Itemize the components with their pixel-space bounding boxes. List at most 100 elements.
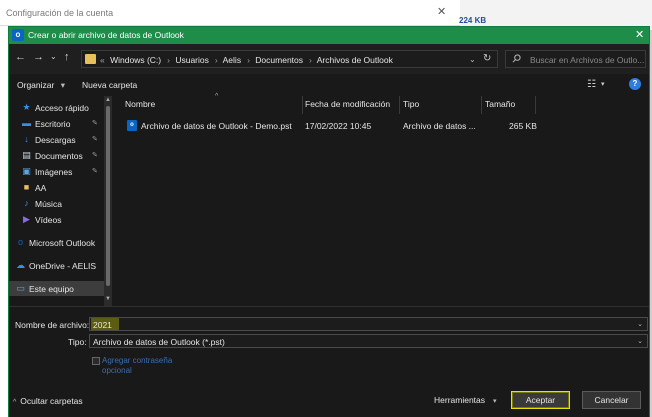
column-divider[interactable] <box>399 96 400 114</box>
dialog-close-icon[interactable]: ✕ <box>635 28 644 41</box>
password-checkbox[interactable] <box>92 357 100 365</box>
sidebar-item-aa[interactable]: ■ AA <box>9 180 104 195</box>
background-left-strip <box>0 26 8 417</box>
navigation-pane-scrollbar[interactable]: ▲ ▼ <box>104 96 112 306</box>
file-type-dropdown-icon[interactable]: ⌄ <box>637 337 643 345</box>
breadcrumb-separator: › <box>247 55 250 65</box>
accept-button[interactable]: Aceptar <box>511 391 570 409</box>
filename-input[interactable]: 2021 ⌄ <box>89 317 648 331</box>
breadcrumb-archivos-de-outlook[interactable]: Archivos de Outlook <box>317 55 393 65</box>
sidebar-item-label: Acceso rápido <box>35 103 89 113</box>
file-type-value: Archivo de datos de Outlook (*.pst) <box>93 337 225 347</box>
chevron-up-icon: ^ <box>13 399 17 406</box>
recent-locations-dropdown-icon[interactable]: ⌄ <box>50 51 57 62</box>
background-size-text: 224 KB <box>459 16 487 25</box>
column-header-date[interactable]: Fecha de modificación <box>305 99 390 109</box>
sidebar-item-label: Microsoft Outlook <box>29 238 96 248</box>
sidebar-item-label: Vídeos <box>35 215 62 225</box>
back-arrow-icon[interactable]: ← <box>15 52 26 63</box>
filename-dropdown-icon[interactable]: ⌄ <box>637 320 643 328</box>
file-list: Nombre ^ Fecha de modificación Tipo Tama… <box>119 93 649 306</box>
cloud-icon: ☁ <box>16 260 25 270</box>
cancel-button[interactable]: Cancelar <box>582 391 641 409</box>
breadcrumb: « Windows (C:) › Usuarios › Aelis › Documen… <box>100 55 396 65</box>
sort-ascending-icon: ^ <box>215 93 219 100</box>
tools-label: Herramientas <box>434 395 486 405</box>
sidebar-item-label: Escritorio <box>35 119 71 129</box>
search-input[interactable]: Buscar en Archivos de Outlo... <box>505 50 646 68</box>
view-options-dropdown-icon[interactable]: ▾ <box>601 80 605 88</box>
toolbar: Organizar ▾ Nueva carpeta ☷ ▾ ? <box>9 74 649 96</box>
type-label: Tipo: <box>68 337 87 347</box>
file-name: Archivo de datos de Outlook - Demo.pst <box>141 121 292 131</box>
breadcrumb-windows-c[interactable]: Windows (C:) <box>110 55 161 65</box>
document-icon: ▤ <box>22 150 31 160</box>
computer-icon: ▭ <box>16 283 25 293</box>
file-dialog: o Crear o abrir archivo de datos de Outl… <box>8 26 650 417</box>
scrollbar-thumb[interactable] <box>106 106 110 286</box>
filename-value: 2021 <box>93 320 112 330</box>
breadcrumb-separator: › <box>214 55 218 65</box>
sidebar-item-label: Descargas <box>35 135 76 145</box>
sidebar-item-label: AA <box>35 183 47 193</box>
column-header-name[interactable]: Nombre <box>125 99 155 109</box>
sidebar-item-vídeos[interactable]: ▶ Vídeos <box>9 212 104 227</box>
password-checkbox-label-line-2: opcional <box>102 366 132 375</box>
hide-folders-button[interactable]: ^ Ocultar carpetas <box>13 396 83 406</box>
table-row[interactable]: o Archivo de datos de Outlook - Demo.pst… <box>125 119 549 133</box>
scroll-up-icon[interactable]: ▲ <box>105 97 111 103</box>
music-icon: ♪ <box>24 198 29 208</box>
image-icon: ▣ <box>22 166 31 176</box>
search-placeholder: Buscar en Archivos de Outlo... <box>530 55 645 65</box>
sidebar-item-label: Imágenes <box>35 167 73 177</box>
organize-button[interactable]: Organizar ▾ <box>17 80 65 91</box>
star-icon: ★ <box>22 102 31 112</box>
address-bar[interactable]: « Windows (C:) › Usuarios › Aelis › Documen… <box>81 50 498 68</box>
pin-icon: ✎ <box>92 152 98 159</box>
background-titlebar: Configuración de la cuenta ✕ <box>0 0 460 26</box>
sidebar-item-este-equipo[interactable]: ▭ Este equipo <box>9 281 104 296</box>
pin-icon: ✎ <box>92 136 98 143</box>
address-dropdown-icon[interactable]: ⌄ <box>469 55 476 64</box>
scroll-down-icon[interactable]: ▼ <box>105 296 111 302</box>
sidebar-item-música[interactable]: ♪ Música <box>9 196 104 211</box>
sidebar-item-documentos[interactable]: ▤ Documentos ✎ <box>9 148 104 163</box>
tools-button[interactable]: Herramientas ▾ <box>434 395 497 405</box>
sidebar-item-label: OneDrive - AELIS <box>29 261 97 271</box>
hide-folders-label: Ocultar carpetas <box>20 396 83 406</box>
sidebar-item-descargas[interactable]: ↓ Descargas ✎ <box>9 132 104 147</box>
forward-arrow-icon[interactable]: → <box>33 52 44 63</box>
sidebar-item-onedrive-aelis[interactable]: ☁ OneDrive - AELIS <box>9 258 104 273</box>
help-icon[interactable]: ? <box>629 78 641 90</box>
column-divider[interactable] <box>535 96 536 114</box>
breadcrumb-overflow[interactable]: « <box>100 55 105 65</box>
up-arrow-icon[interactable]: ↑ <box>64 52 70 63</box>
new-folder-button[interactable]: Nueva carpeta <box>82 80 137 90</box>
column-header-type[interactable]: Tipo <box>403 99 419 109</box>
sidebar-item-escritorio[interactable]: ▬ Escritorio ✎ <box>9 116 104 131</box>
column-divider[interactable] <box>481 96 482 114</box>
sidebar-item-imágenes[interactable]: ▣ Imágenes ✎ <box>9 164 104 179</box>
filename-label: Nombre de archivo: <box>15 320 90 330</box>
outlook-app-icon: o <box>12 29 24 41</box>
column-header-size[interactable]: Tamaño <box>485 99 515 109</box>
refresh-icon[interactable]: ↻ <box>483 53 491 64</box>
sidebar-item-microsoft-outlook[interactable]: o Microsoft Outlook <box>9 235 104 250</box>
file-type-select[interactable]: Archivo de datos de Outlook (*.pst) ⌄ <box>89 334 648 348</box>
breadcrumb-aelis[interactable]: Aelis <box>223 55 241 65</box>
tools-chevron-down-icon: ▾ <box>493 398 497 405</box>
sidebar-item-acceso-rápido[interactable]: ★ Acceso rápido <box>9 100 104 115</box>
breadcrumb-usuarios[interactable]: Usuarios <box>175 55 209 65</box>
breadcrumb-separator: › <box>167 55 170 65</box>
background-close-icon[interactable]: ✕ <box>437 5 446 18</box>
folder-icon <box>85 54 96 64</box>
pin-icon: ✎ <box>92 168 98 175</box>
background-window-title: Configuración de la cuenta <box>6 8 114 18</box>
navigation-pane: ★ Acceso rápido ▬ Escritorio ✎ ↓ Descargas ✎ ▤ Do… <box>9 96 112 306</box>
sidebar-item-label: Música <box>35 199 62 209</box>
view-options-icon[interactable]: ☷ <box>587 79 596 90</box>
file-date: 17/02/2022 10:45 <box>305 121 372 131</box>
breadcrumb-documentos[interactable]: Documentos <box>255 55 303 65</box>
file-size: 265 KB <box>509 121 537 131</box>
column-divider[interactable] <box>302 96 303 114</box>
